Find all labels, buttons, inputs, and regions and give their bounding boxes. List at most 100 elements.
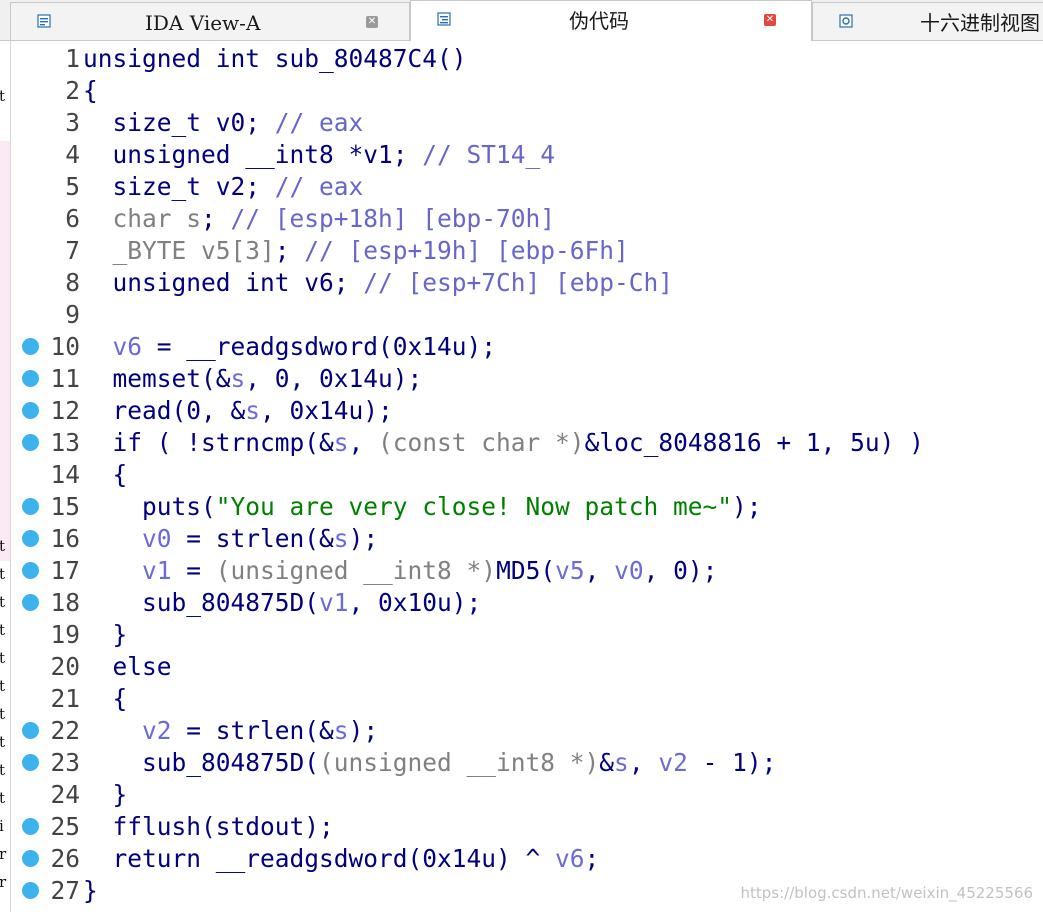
code-line[interactable]: 6 char s; // [esp+18h] [ebp-70h] (10, 203, 1043, 235)
line-number: 7 (65, 236, 80, 265)
strip-char: t (0, 733, 5, 751)
code-text: fflush(stdout); (83, 812, 334, 841)
breakpoint-dot-icon[interactable] (22, 754, 39, 771)
code-text: unsigned __int8 *v1; // ST14_4 (83, 140, 556, 169)
code-text: v1 = (unsigned __int8 *)MD5(v5, v0, 0); (142, 556, 718, 585)
close-icon[interactable]: ✕ (366, 16, 378, 28)
code-text: } (83, 876, 98, 905)
line-number: 24 (50, 780, 80, 809)
line-number: 17 (50, 556, 80, 585)
line-number: 25 (50, 812, 80, 841)
tab-bar: IDA View-A ✕ 伪代码 ✕ 十六进制视图 (0, 0, 1043, 41)
code-text: } (83, 620, 128, 649)
code-text: _BYTE v5[3]; // [esp+19h] [ebp-6Fh] (83, 236, 629, 265)
line-number: 21 (50, 684, 80, 713)
code-text: } (83, 780, 128, 809)
strip-char: t (0, 621, 5, 639)
code-line[interactable]: 15 puts("You are very close! Now patch m… (10, 491, 1043, 523)
code-line[interactable]: 12 read(0, &s, 0x14u); (10, 395, 1043, 427)
code-text: sub_804875D((unsigned __int8 *)&s, v2 - … (83, 748, 777, 777)
breakpoint-dot-icon[interactable] (22, 370, 39, 387)
highlight-strip (0, 141, 10, 561)
code-line[interactable]: 23 sub_804875D((unsigned __int8 *)&s, v2… (10, 747, 1043, 779)
line-number: 18 (50, 588, 80, 617)
line-number: 15 (50, 492, 80, 521)
strip-char: t (0, 705, 5, 723)
line-number: 11 (50, 364, 80, 393)
code-line[interactable]: 4 unsigned __int8 *v1; // ST14_4 (10, 139, 1043, 171)
breakpoint-dot-icon[interactable] (22, 850, 39, 867)
code-line[interactable]: 8 unsigned int v6; // [esp+7Ch] [ebp-Ch] (10, 267, 1043, 299)
strip-char: t (0, 593, 5, 611)
code-line[interactable]: 2{ (10, 75, 1043, 107)
code-line[interactable]: 26 return __readgsdword(0x14u) ^ v6; (10, 843, 1043, 875)
code-line[interactable]: 21 { (10, 683, 1043, 715)
strip-char: t (0, 87, 5, 105)
breakpoint-dot-icon[interactable] (22, 882, 39, 899)
line-number: 20 (50, 652, 80, 681)
code-text: { (83, 76, 98, 105)
watermark: https://blog.csdn.net/weixin_45225566 (740, 884, 1033, 902)
code-line[interactable]: 24 } (10, 779, 1043, 811)
line-number: 12 (50, 396, 80, 425)
code-line[interactable]: 13 if ( !strncmp(&s, (const char *)&loc_… (10, 427, 1043, 459)
code-line[interactable]: 5 size_t v2; // eax (10, 171, 1043, 203)
breakpoint-dot-icon[interactable] (22, 562, 39, 579)
line-number: 6 (65, 204, 80, 233)
code-text: memset(&s, 0, 0x14u); (83, 364, 423, 393)
tab-ida-view-a[interactable]: IDA View-A ✕ (10, 2, 410, 40)
strip-char: r (0, 845, 6, 863)
strip-char: t (0, 537, 5, 555)
tab-hex-view[interactable]: 十六进制视图 (812, 2, 1043, 40)
breakpoint-dot-icon[interactable] (22, 818, 39, 835)
breakpoint-dot-icon[interactable] (22, 338, 39, 355)
code-line[interactable]: 1 unsigned int sub_80487C4() (10, 43, 1043, 75)
line-number: 5 (65, 172, 80, 201)
breakpoint-dot-icon[interactable] (22, 722, 39, 739)
code-line[interactable]: 19 } (10, 619, 1043, 651)
line-number: 2 (65, 76, 80, 105)
tab-pseudocode[interactable]: 伪代码 ✕ (410, 0, 812, 41)
line-number: 19 (50, 620, 80, 649)
code-line[interactable]: 25 fflush(stdout); (10, 811, 1043, 843)
code-line[interactable]: 11 memset(&s, 0, 0x14u); (10, 363, 1043, 395)
code-text: unsigned int sub_80487C4() (83, 44, 467, 73)
code-line[interactable]: 10 v6 = __readgsdword(0x14u); (10, 331, 1043, 363)
breakpoint-dot-icon[interactable] (22, 434, 39, 451)
close-icon[interactable]: ✕ (764, 14, 776, 26)
code-line[interactable]: 22 v2 = strlen(&s); (10, 715, 1043, 747)
hex-view-icon (839, 14, 853, 28)
code-line[interactable]: 7 _BYTE v5[3]; // [esp+19h] [ebp-6Fh] (10, 235, 1043, 267)
strip-char: r (0, 873, 6, 891)
code-line[interactable]: 17 v1 = (unsigned __int8 *)MD5(v5, v0, 0… (10, 555, 1043, 587)
code-text: size_t v0; // eax (83, 108, 364, 137)
line-number: 14 (50, 460, 80, 489)
code-text: unsigned int v6; // [esp+7Ch] [ebp-Ch] (83, 268, 674, 297)
breakpoint-dot-icon[interactable] (22, 402, 39, 419)
breakpoint-dot-icon[interactable] (22, 530, 39, 547)
code-text: return __readgsdword(0x14u) ^ v6; (83, 844, 600, 873)
code-text: size_t v2; // eax (83, 172, 364, 201)
code-line[interactable]: 9 (10, 299, 1043, 331)
strip-char: i (0, 817, 4, 835)
line-number: 22 (50, 716, 80, 745)
strip-char: t (0, 677, 5, 695)
tab-title: 十六进制视图 (920, 11, 1040, 35)
tab-title: 伪代码 (569, 9, 629, 33)
breakpoint-dot-icon[interactable] (22, 498, 39, 515)
code-text: { (83, 684, 128, 713)
code-line[interactable]: 18 sub_804875D(v1, 0x10u); (10, 587, 1043, 619)
breakpoint-dot-icon[interactable] (22, 594, 39, 611)
disassembly-view-icon (37, 14, 51, 28)
code-text: puts("You are very close! Now patch me~"… (83, 492, 762, 521)
pseudocode-view[interactable]: 1 unsigned int sub_80487C4() 2{3 size_t v0… (10, 41, 1043, 912)
code-line[interactable]: 3 size_t v0; // eax (10, 107, 1043, 139)
line-number: 23 (50, 748, 80, 777)
code-line[interactable]: 20 else (10, 651, 1043, 683)
line-number: 9 (65, 300, 80, 329)
code-text: v6 = __readgsdword(0x14u); (112, 332, 497, 361)
code-text: v0 = strlen(&s); (142, 524, 379, 553)
code-line[interactable]: 16 v0 = strlen(&s); (10, 523, 1043, 555)
line-number: 10 (50, 332, 80, 361)
code-line[interactable]: 14 { (10, 459, 1043, 491)
